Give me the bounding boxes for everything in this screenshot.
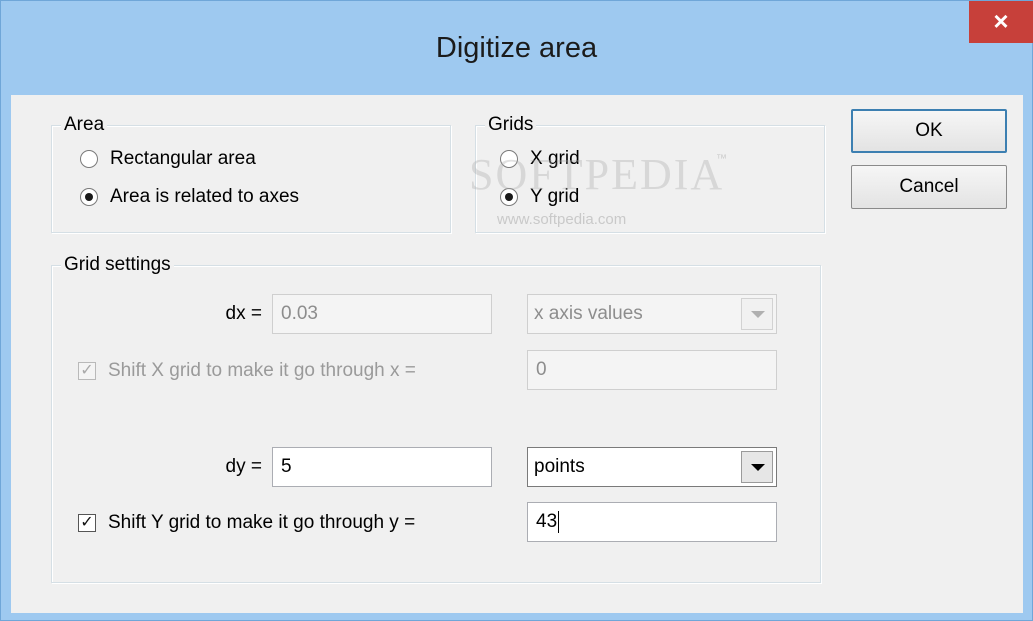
radio-rectangular-area-label: Rectangular area	[110, 148, 256, 169]
area-group-title: Area	[61, 113, 108, 137]
dy-label: dy =	[225, 456, 262, 477]
watermark-url: www.softpedia.com	[497, 211, 627, 228]
dy-unit-value: points	[534, 456, 585, 477]
radio-y-grid[interactable]: Y grid	[500, 184, 650, 210]
dialog-window: Digitize area × Area Rectangular area Ar…	[0, 0, 1033, 621]
dy-input[interactable]: 5	[272, 447, 492, 487]
shift-x-input[interactable]: 0	[527, 350, 777, 390]
shift-x-grid-checkbox-row[interactable]: ✓ Shift X grid to make it go through x =	[78, 358, 508, 384]
dx-unit-select[interactable]: x axis values	[527, 294, 777, 334]
dx-unit-value: x axis values	[534, 303, 643, 324]
radio-button-selected-icon	[500, 188, 518, 206]
watermark-trademark: ™	[716, 153, 727, 165]
dialog-body: Area Rectangular area Area is related to…	[11, 95, 1023, 613]
radio-y-grid-label: Y grid	[530, 186, 580, 207]
dy-unit-select[interactable]: points	[527, 447, 777, 487]
ok-button[interactable]: OK	[851, 109, 1007, 153]
grid-settings-group-title: Grid settings	[61, 253, 174, 277]
checkmark-icon[interactable]: ✓	[78, 514, 96, 532]
radio-x-grid[interactable]: X grid	[500, 146, 650, 172]
grid-settings-group: Grid settings dx = 0.03 x axis values ✓ …	[51, 253, 821, 583]
radio-button-icon	[80, 150, 98, 168]
checkmark-icon[interactable]: ✓	[78, 362, 96, 380]
chevron-down-icon[interactable]	[741, 298, 773, 330]
area-group: Area Rectangular area Area is related to…	[51, 113, 451, 233]
radio-x-grid-label: X grid	[530, 148, 580, 169]
grids-group-title: Grids	[485, 113, 537, 137]
radio-area-related-to-axes[interactable]: Area is related to axes	[80, 184, 410, 210]
shift-y-input-value: 43	[536, 511, 558, 532]
shift-y-grid-label: Shift Y grid to make it go through y =	[108, 512, 416, 533]
close-button[interactable]: ×	[969, 1, 1033, 43]
shift-y-input[interactable]: 43	[527, 502, 777, 542]
chevron-down-icon[interactable]	[741, 451, 773, 483]
title-bar[interactable]: Digitize area ×	[1, 1, 1033, 95]
radio-rectangular-area[interactable]: Rectangular area	[80, 146, 380, 172]
text-caret	[558, 510, 560, 533]
shift-y-grid-checkbox-row[interactable]: ✓ Shift Y grid to make it go through y =	[78, 510, 508, 536]
shift-x-grid-label: Shift X grid to make it go through x =	[108, 360, 416, 381]
radio-area-related-to-axes-label: Area is related to axes	[110, 186, 300, 207]
window-title: Digitize area	[435, 32, 598, 64]
radio-button-selected-icon	[80, 188, 98, 206]
dx-input[interactable]: 0.03	[272, 294, 492, 334]
radio-button-icon	[500, 150, 518, 168]
cancel-button[interactable]: Cancel	[851, 165, 1007, 209]
dx-label: dx =	[225, 303, 262, 324]
close-icon: ×	[993, 6, 1009, 36]
